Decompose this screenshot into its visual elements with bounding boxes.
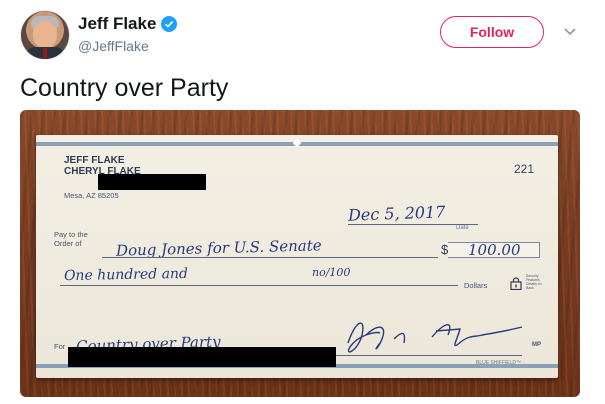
author-handle[interactable]: @JeffFlake	[78, 38, 149, 54]
security-features-note: Security Features Details on Back	[526, 274, 542, 290]
bank-check: JEFF FLAKE CHERYL FLAKE Mesa, AZ 85205 2…	[36, 135, 558, 378]
pay-to-label: Pay to the Order of	[54, 230, 88, 248]
pay-to-label-line-2: Order of	[54, 239, 82, 248]
check-amount-numeric: 100.00	[468, 241, 521, 259]
redaction-bar-address	[98, 174, 206, 190]
author-avatar[interactable]	[20, 10, 70, 60]
verified-badge-icon	[161, 16, 178, 32]
dollars-label: Dollars	[464, 281, 488, 290]
micro-print: BLUE SHIFFIELD™	[476, 360, 522, 366]
handwritten-signature	[347, 322, 523, 353]
check-address: Mesa, AZ 85205	[64, 191, 119, 200]
check-amount-fraction: no/100	[312, 266, 351, 279]
check-owner-line-1: JEFF FLAKE	[64, 155, 125, 166]
date-label: Date	[456, 225, 469, 231]
signature-line	[332, 355, 522, 356]
payee-line	[102, 257, 438, 258]
chevron-down-icon[interactable]	[563, 24, 577, 38]
author-display-name[interactable]: Jeff Flake	[78, 14, 156, 34]
lock-icon	[510, 277, 522, 290]
tweet-card: Jeff Flake @JeffFlake Follow Country ove…	[0, 0, 605, 404]
memo-label: For	[54, 342, 66, 351]
redaction-bar-account	[68, 347, 336, 367]
tweet-text: Country over Party	[20, 74, 229, 102]
avatar-tie	[43, 48, 47, 59]
check-date: Dec 5, 2017	[347, 202, 446, 225]
author-name-row: Jeff Flake	[78, 14, 178, 34]
check-number: 221	[514, 162, 535, 176]
tweet-photo[interactable]: JEFF FLAKE CHERYL FLAKE Mesa, AZ 85205 2…	[20, 110, 580, 397]
avatar-face	[33, 21, 57, 49]
check-amount-words: One hundred and	[63, 265, 189, 285]
pay-to-label-line-1: Pay to the	[54, 230, 88, 239]
mp-mark: MP	[532, 342, 541, 348]
follow-button[interactable]: Follow	[440, 16, 544, 48]
amount-words-line	[60, 285, 458, 286]
